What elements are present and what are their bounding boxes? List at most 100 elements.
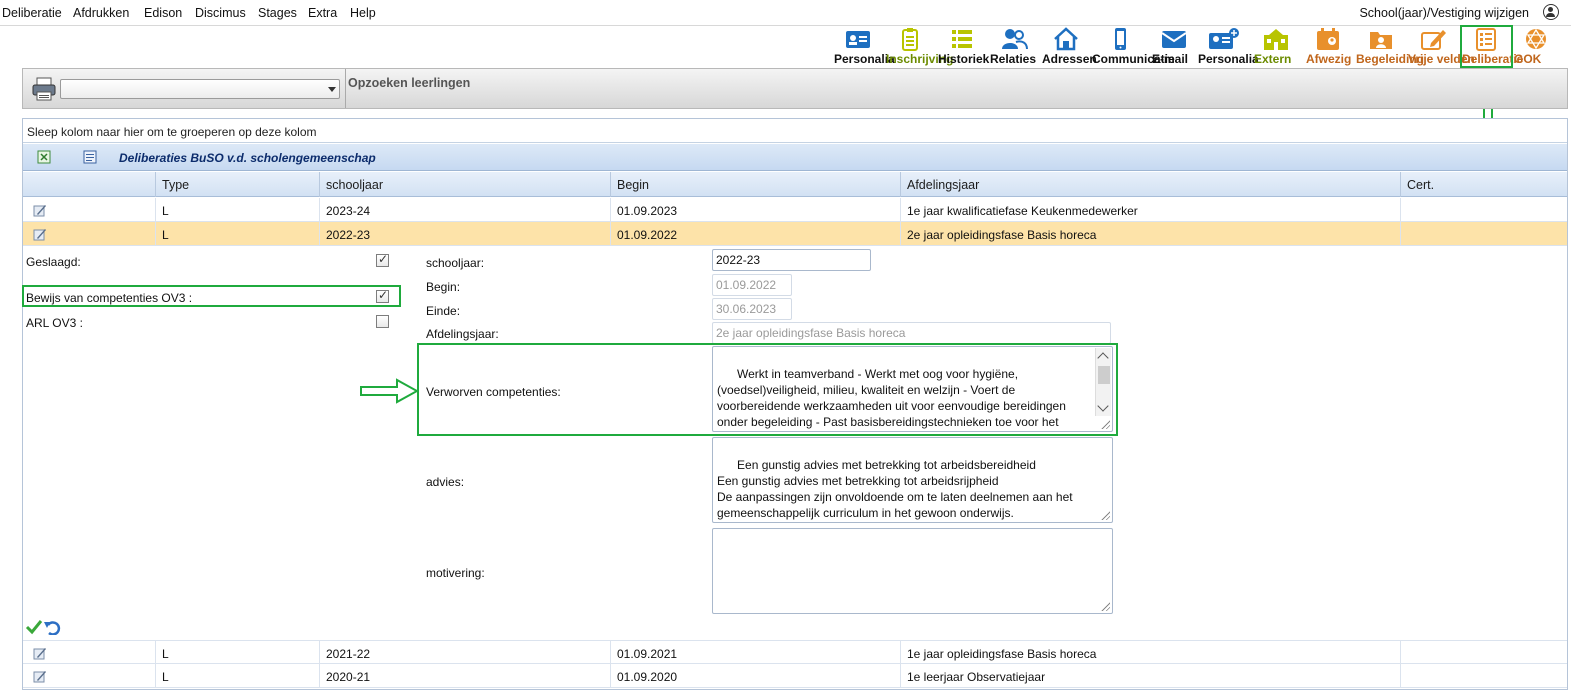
save-checkmark-icon[interactable] (25, 619, 43, 635)
advies-text: Een gunstig advies met betrekking tot ar… (717, 458, 1073, 520)
toolbar-historiek-button[interactable]: Historiek (938, 27, 990, 67)
menu-stages[interactable]: Stages (258, 6, 297, 20)
toolbar-email-button[interactable]: E-mail (1152, 27, 1196, 67)
bewijs-highlight-box (22, 285, 401, 307)
search-combo-box[interactable] (60, 79, 340, 99)
cell-cert (1400, 222, 1567, 246)
geslaagd-label: Geslaagd: (26, 255, 81, 269)
col-header-begin[interactable]: Begin (610, 172, 900, 197)
id-card-icon (846, 31, 870, 48)
globe-network-icon (1526, 28, 1546, 50)
id-card-plus-icon (1209, 28, 1239, 49)
toolbar-afwezig-button[interactable]: Afwezig (1306, 27, 1352, 67)
afdelingsjaar-field: 2e jaar opleidingsfase Basis horeca (712, 322, 1111, 344)
col-header-type[interactable]: Type (155, 172, 319, 197)
arl-ov3-checkbox[interactable] (376, 315, 389, 328)
cell-afdelingsjaar: 1e jaar opleidingsfase Basis horeca (900, 641, 1400, 665)
advies-label: advies: (426, 475, 465, 489)
toolbar-communicatie-button[interactable]: Communicatie (1092, 27, 1175, 67)
cell-begin: 01.09.2020 (610, 664, 900, 688)
change-school-link[interactable]: School(jaar)/Vestiging wijzigen (1359, 6, 1529, 20)
deliberatie-highlight-box (1460, 25, 1513, 68)
toolbar-afwezig-label: Afwezig (1306, 52, 1352, 66)
afdelingsjaar-label: Afdelingsjaar: (426, 327, 499, 341)
schooljaar-field[interactable]: 2022-23 (712, 249, 871, 271)
col-header-cert[interactable]: Cert. (1400, 172, 1567, 197)
house-icon (1054, 27, 1078, 51)
phone-icon (1115, 28, 1126, 50)
col-header-afdelingsjaar[interactable]: Afdelingsjaar (900, 172, 1400, 197)
excel-export-icon[interactable] (37, 150, 51, 164)
menu-extra[interactable]: Extra (308, 6, 337, 20)
cell-type: L (155, 198, 319, 222)
list-icon (952, 30, 972, 48)
menu-edison[interactable]: Edison (144, 6, 182, 20)
toolbar-adressen-label: Adressen (1042, 52, 1097, 66)
group-by-hint[interactable]: Sleep kolom naar hier om te groeperen op… (23, 119, 1567, 143)
cell-begin: 01.09.2021 (610, 641, 900, 665)
deliberaties-grid: Sleep kolom naar hier om te groeperen op… (22, 118, 1568, 690)
menu-deliberatie[interactable]: Deliberatie (2, 6, 62, 20)
motivering-label: motivering: (426, 566, 485, 580)
toolbar-personalia-button[interactable]: Personalia (834, 27, 895, 67)
printer-icon[interactable] (31, 76, 57, 102)
toolbar-personalia-plus-button[interactable]: Personalia (1198, 27, 1259, 67)
toolbar-inschrijving-button[interactable]: Inschrijving (886, 27, 953, 67)
toolbar-begeleiding-button[interactable]: Begeleiding (1356, 27, 1424, 67)
toolbar-historiek-label: Historiek (938, 52, 990, 66)
menu-discimus[interactable]: Discimus (195, 6, 246, 20)
grid-column-header: Type schooljaar Begin Afdelingsjaar Cert… (23, 172, 1567, 197)
toolbar-email-label: E-mail (1152, 52, 1189, 66)
geslaagd-checkbox[interactable] (376, 252, 389, 267)
edit-pencil-icon[interactable] (33, 669, 47, 683)
folder-person-icon (1370, 32, 1392, 49)
envelope-icon (1161, 31, 1187, 48)
menu-afdrukken[interactable]: Afdrukken (73, 6, 129, 20)
cell-type: L (155, 641, 319, 665)
cell-schooljaar: 2021-22 (319, 641, 610, 665)
word-export-icon[interactable] (83, 150, 97, 164)
begin-label: Begin: (426, 280, 461, 294)
cell-type: L (155, 222, 319, 246)
toolbar-extern-button[interactable]: Extern (1254, 27, 1298, 67)
table-row[interactable]: L 2021-22 01.09.2021 1e jaar opleidingsf… (23, 640, 1567, 665)
table-row[interactable]: L 2023-24 01.09.2023 1e jaar kwalificati… (23, 198, 1567, 222)
user-icon[interactable] (1543, 4, 1559, 20)
col-header-edit[interactable] (23, 172, 155, 197)
table-row[interactable]: L 2020-21 01.09.2020 1e leerjaar Observa… (23, 664, 1567, 688)
toolbar-relaties-button[interactable]: Relaties (990, 27, 1038, 67)
edit-pencil-icon[interactable] (33, 227, 47, 241)
resize-grip-icon[interactable] (1100, 510, 1110, 520)
cell-type: L (155, 664, 319, 688)
cell-schooljaar: 2020-21 (319, 664, 610, 688)
toolbar-vrije-velden-button[interactable]: Vrije velden (1408, 27, 1475, 67)
cell-schooljaar: 2023-24 (319, 198, 610, 222)
edit-pencil-icon[interactable] (33, 203, 47, 217)
col-header-schooljaar[interactable]: schooljaar (319, 172, 610, 197)
cell-afdelingsjaar: 1e jaar kwalificatiefase Keukenmedewerke… (900, 198, 1400, 222)
advies-textarea[interactable]: Een gunstig advies met betrekking tot ar… (712, 437, 1113, 523)
cell-schooljaar: 2022-23 (319, 222, 610, 246)
toolbar-gok-button[interactable]: GOK (1514, 27, 1558, 67)
arl-ov3-label: ARL OV3 : (26, 316, 83, 330)
clipboard-icon (902, 28, 918, 51)
resize-grip-icon[interactable] (1100, 601, 1110, 611)
edit-pencil-icon[interactable] (33, 646, 47, 660)
search-panel-title: Opzoeken leerlingen (348, 76, 471, 90)
toolbar-gok-label: GOK (1514, 52, 1542, 66)
undo-icon[interactable] (43, 619, 61, 635)
chevron-down-icon[interactable] (328, 87, 336, 92)
einde-field: 30.06.2023 (712, 298, 792, 320)
people-icon (1002, 29, 1028, 50)
menu-help[interactable]: Help (350, 6, 376, 20)
competenties-highlight-box (417, 343, 1118, 436)
edit-pencil-icon (1421, 30, 1446, 50)
annotation-right-arrow-icon (360, 378, 419, 404)
cell-cert (1400, 641, 1567, 665)
toolbar-personalia-plus-label: Personalia (1198, 52, 1259, 66)
grid-title: Deliberaties BuSO v.d. scholengemeenscha… (119, 151, 376, 165)
table-row-selected[interactable]: L 2022-23 01.09.2022 2e jaar opleidingsf… (23, 222, 1567, 246)
motivering-textarea[interactable] (712, 528, 1113, 614)
toolbar-relaties-label: Relaties (990, 52, 1037, 66)
toolbar-adressen-button[interactable]: Adressen (1042, 27, 1097, 67)
